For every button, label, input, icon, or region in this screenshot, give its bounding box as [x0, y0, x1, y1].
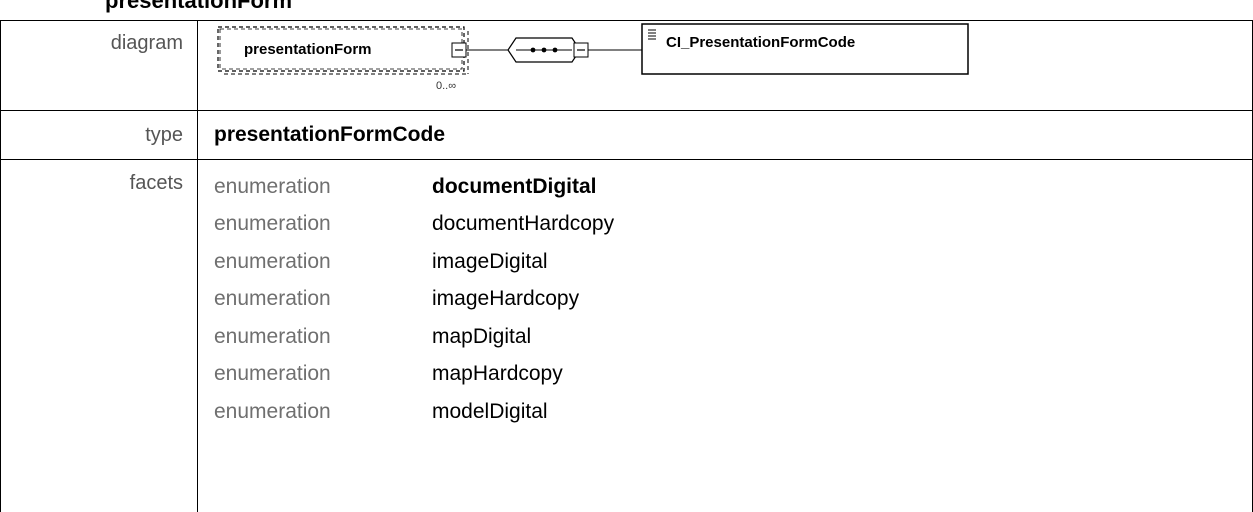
- list-item: enumeration mapHardcopy: [214, 356, 1252, 394]
- sequence-dot: [542, 48, 547, 53]
- element-name: presentationForm: [244, 41, 372, 58]
- facets-cell: enumeration documentDigital enumeration …: [198, 160, 1253, 512]
- type-row: type presentationFormCode: [1, 111, 1253, 160]
- facet-value: documentHardcopy: [432, 212, 614, 236]
- schema-diagram-svg: presentationForm 0..∞: [214, 21, 974, 99]
- list-item: enumeration documentDigital: [214, 168, 1252, 206]
- facets-row: facets enumeration documentDigital enume…: [1, 160, 1253, 512]
- list-item: enumeration documentHardcopy: [214, 206, 1252, 244]
- facet-kind: enumeration: [214, 287, 432, 311]
- facet-value: imageHardcopy: [432, 287, 579, 311]
- facet-kind: enumeration: [214, 175, 432, 199]
- diagram-cell: presentationForm 0..∞: [198, 21, 1253, 111]
- type-cell: presentationFormCode: [198, 111, 1253, 160]
- schema-diagram: presentationForm 0..∞: [214, 21, 974, 99]
- enumeration-list: enumeration documentDigital enumeration …: [214, 168, 1252, 431]
- diagram-label: diagram: [1, 21, 198, 111]
- section-title: presentationForm: [105, 0, 292, 14]
- type-value[interactable]: presentationFormCode: [214, 123, 445, 146]
- list-item: enumeration imageHardcopy: [214, 281, 1252, 319]
- facet-kind: enumeration: [214, 212, 432, 236]
- facet-kind: enumeration: [214, 250, 432, 274]
- facet-value: mapDigital: [432, 325, 531, 349]
- facet-kind: enumeration: [214, 400, 432, 424]
- type-name: CI_PresentationFormCode: [666, 34, 855, 51]
- sequence-dot: [553, 48, 558, 53]
- facet-value: modelDigital: [432, 400, 548, 424]
- facet-kind: enumeration: [214, 362, 432, 386]
- element-doc-table: diagram presentationForm 0..∞: [0, 20, 1253, 512]
- facets-label: facets: [1, 160, 198, 512]
- cardinality-label: 0..∞: [436, 80, 456, 92]
- type-label: type: [1, 111, 198, 160]
- list-item: enumeration mapDigital: [214, 318, 1252, 356]
- sequence-dot: [531, 48, 536, 53]
- list-item: enumeration modelDigital: [214, 393, 1252, 431]
- facet-kind: enumeration: [214, 325, 432, 349]
- facet-value: documentDigital: [432, 175, 597, 199]
- facet-value: imageDigital: [432, 250, 548, 274]
- facet-value: mapHardcopy: [432, 362, 563, 386]
- list-item: enumeration imageDigital: [214, 243, 1252, 281]
- diagram-row: diagram presentationForm 0..∞: [1, 21, 1253, 111]
